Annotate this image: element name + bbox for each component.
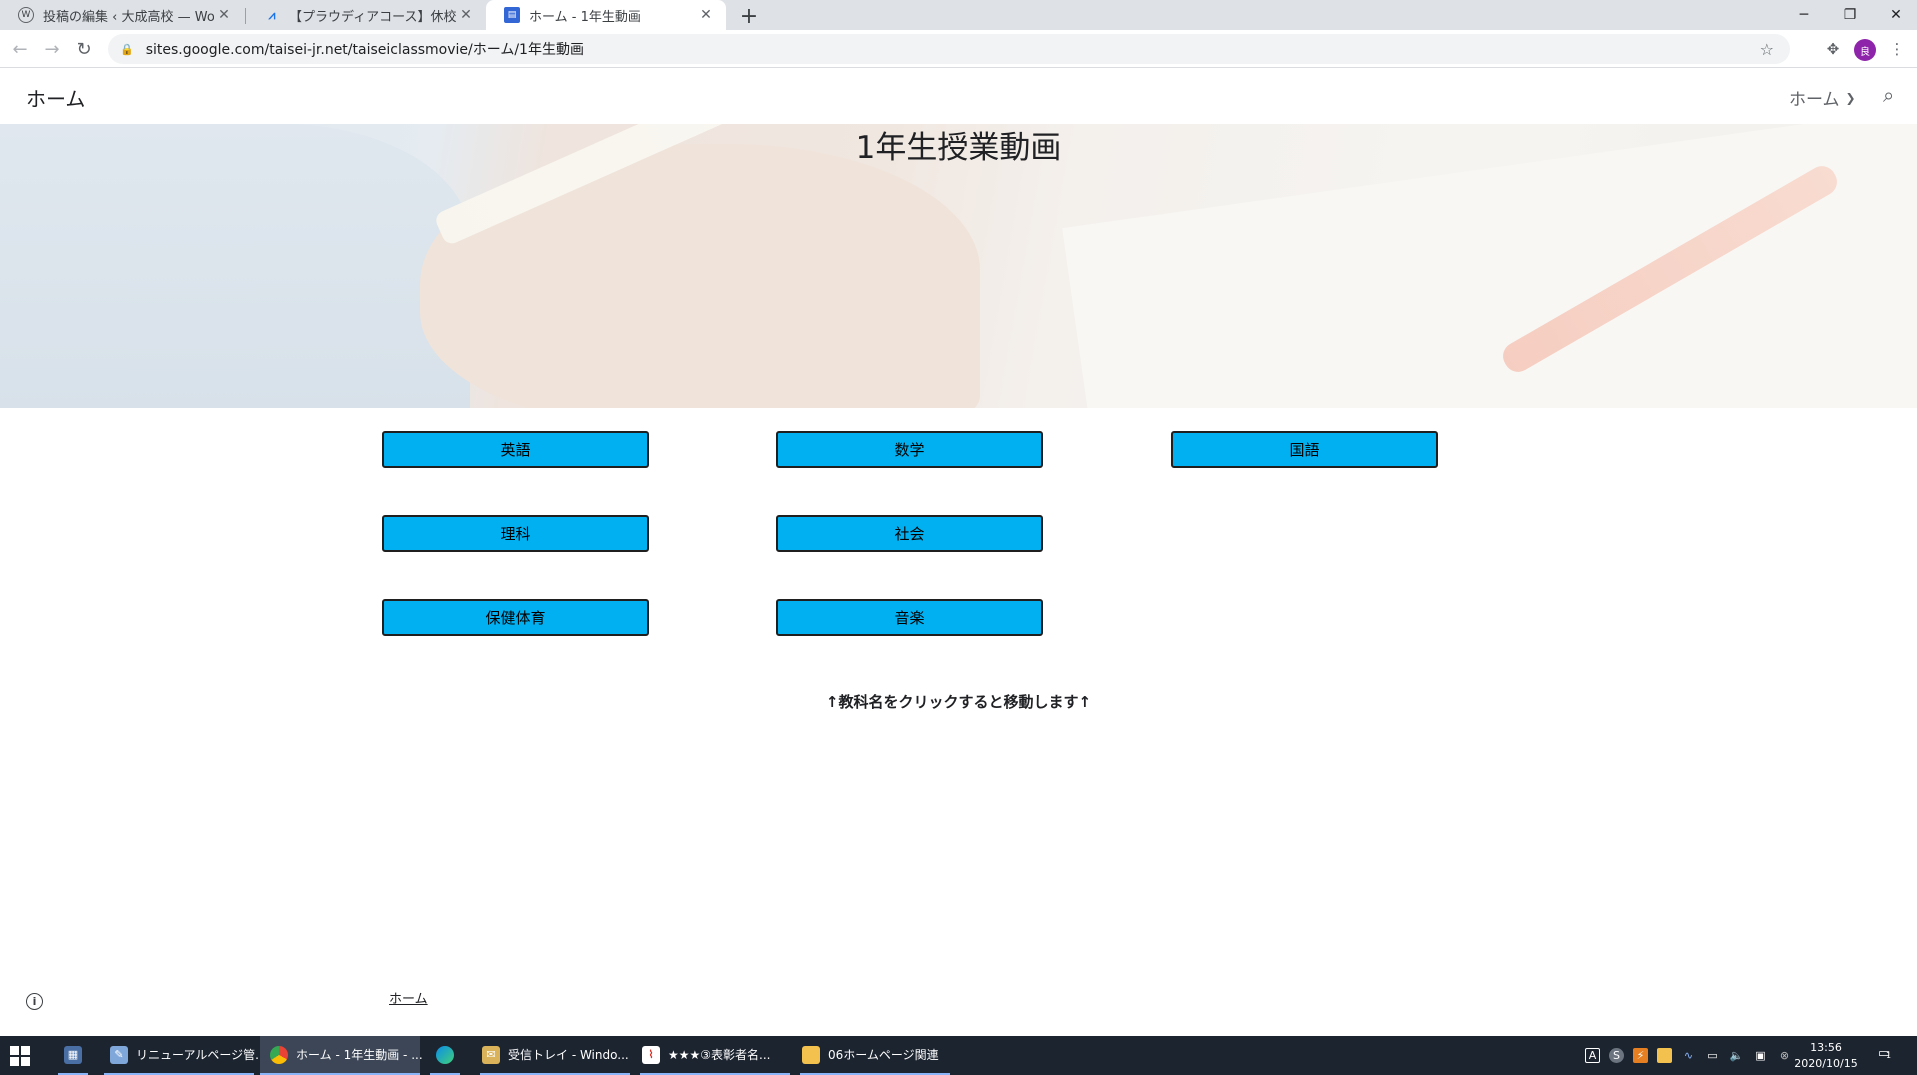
taskbar-app-mail[interactable]: ✉ 受信トレイ - Windo... [480,1036,630,1075]
tab-wordpress-edit[interactable]: W 投稿の編集 ‹ 大成高校 — WordPress ✕ [0,0,244,30]
back-button[interactable]: ← [6,35,34,63]
subject-button-music[interactable]: 音楽 [776,599,1043,636]
taskbar-clock[interactable]: 13:56 2020/10/15 [1790,1040,1862,1072]
tab-proudia-course[interactable]: ⩘ 【プラウディアコース】休校中課題動画 ✕ [246,0,486,30]
taskbar-app-label: ホーム - 1年生動画 - ... [296,1048,423,1062]
reload-button[interactable]: ↻ [70,35,98,63]
tray-app-orange-icon[interactable]: ⚡ [1633,1048,1648,1063]
chrome-icon [270,1045,288,1064]
arrow-right-icon: → [44,38,60,60]
calculator-icon: ▦ [64,1045,82,1064]
taskbar-app-label: 06ホームページ関連 [828,1048,939,1062]
pdf-icon: ⌇ [642,1045,660,1064]
new-tab-button[interactable]: + [736,3,762,29]
google-sites-icon: ▤ [504,7,520,23]
notification-count: 1 [1886,1051,1892,1060]
info-icon[interactable]: i [26,993,43,1010]
page-title: 1年生授業動画 [855,130,1062,166]
minimize-button[interactable]: ─ [1781,0,1827,30]
windows-start-icon[interactable] [10,1046,30,1066]
subject-button-health-pe[interactable]: 保健体育 [382,599,649,636]
subject-button-english[interactable]: 英語 [382,431,649,468]
footer-home-link[interactable]: ホーム [389,988,428,1007]
extensions-puzzle-icon[interactable]: ✥ [1822,38,1844,60]
navigation-hint: ↑教科名をクリックすると移動します↑ [825,693,1092,711]
nav-home-label: ホーム [1789,90,1840,110]
taskbar-app-edge[interactable] [430,1036,460,1075]
site-title[interactable]: ホーム [26,83,85,112]
bookmark-star-icon[interactable]: ☆ [1760,40,1774,59]
tab-label: 投稿の編集 ‹ 大成高校 — WordPress [43,9,214,25]
edge-icon [436,1045,454,1064]
profile-avatar[interactable]: 良 [1854,39,1876,61]
windows-taskbar: ▦ ✎ リニューアルページ管... ホーム - 1年生動画 - ... ✉ 受信… [0,1036,1917,1075]
close-tab-icon[interactable]: ✕ [696,5,716,25]
taskbar-app-chrome[interactable]: ホーム - 1年生動画 - ... [260,1036,423,1075]
notification-center-icon[interactable]: ▭ 1 [1878,1046,1898,1064]
taskbar-app-notepad[interactable]: ✎ リニューアルページ管... [104,1036,267,1075]
reload-icon: ↻ [76,38,92,60]
tray-display-icon[interactable]: ▣ [1753,1048,1768,1063]
tab-home-first-year-videos[interactable]: ▤ ホーム - 1年生動画 ✕ [486,0,726,30]
subject-button-science[interactable]: 理科 [382,515,649,552]
taskbar-app-folder[interactable]: 06ホームページ関連 [800,1036,950,1075]
tab-label: 【プラウディアコース】休校中課題動画 [289,9,456,25]
tab-label: ホーム - 1年生動画 [529,9,641,25]
tray-input-icon[interactable]: A [1585,1048,1600,1063]
network-icon[interactable]: ▭ [1705,1048,1720,1063]
close-tab-icon[interactable]: ✕ [214,5,234,25]
clock-date: 2020/10/15 [1794,1057,1858,1070]
subject-button-social-studies[interactable]: 社会 [776,515,1043,552]
taskbar-app-label: リニューアルページ管... [136,1048,267,1062]
sites-logo-icon: ⩘ [268,7,276,22]
tray-photos-icon[interactable] [1657,1048,1672,1063]
url-text: sites.google.com/taisei-jr.net/taiseicla… [145,42,584,58]
search-icon[interactable]: ⌕ [1883,83,1894,107]
menu-kebab-icon[interactable]: ⋮ [1886,38,1908,60]
subject-button-japanese[interactable]: 国語 [1171,431,1438,468]
address-bar[interactable]: 🔒 sites.google.com/taisei-jr.net/taiseic… [108,34,1790,64]
folder-icon [802,1045,820,1064]
browser-tab-strip: W 投稿の編集 ‹ 大成高校 — WordPress ✕ ⩘ 【プラウディアコー… [0,0,1917,30]
browser-toolbar: ← → ↻ 🔒 sites.google.com/taisei-jr.net/t… [0,30,1917,68]
arrow-left-icon: ← [12,38,28,60]
close-window-button[interactable]: ✕ [1873,0,1917,30]
taskbar-app-pdf[interactable]: ⌇ ★★★③表彰者名... [640,1036,790,1075]
tray-audio-wave-icon[interactable]: ∿ [1681,1048,1696,1063]
plus-icon: + [739,3,759,29]
restore-button[interactable]: ❐ [1827,0,1873,30]
close-tab-icon[interactable]: ✕ [456,5,476,25]
wordpress-icon: W [18,7,34,23]
tray-skype-icon[interactable]: S [1609,1048,1624,1063]
nav-home-dropdown[interactable]: ホーム ❯ [1789,85,1856,110]
mail-icon: ✉ [482,1045,500,1064]
site-header: ホーム ホーム ❯ ⌕ [0,68,1917,124]
clock-time: 13:56 [1810,1041,1842,1054]
taskbar-app-label: 受信トレイ - Windo... [508,1048,629,1062]
taskbar-app-label: ★★★③表彰者名... [668,1048,771,1062]
volume-icon[interactable]: 🔈 [1729,1048,1744,1063]
taskbar-app-calculator[interactable]: ▦ [58,1036,88,1075]
notepad-icon: ✎ [110,1045,128,1064]
lock-icon: 🔒 [120,42,134,56]
chevron-down-icon: ❯ [1845,90,1856,105]
subject-button-math[interactable]: 数学 [776,431,1043,468]
forward-button[interactable]: → [38,35,66,63]
